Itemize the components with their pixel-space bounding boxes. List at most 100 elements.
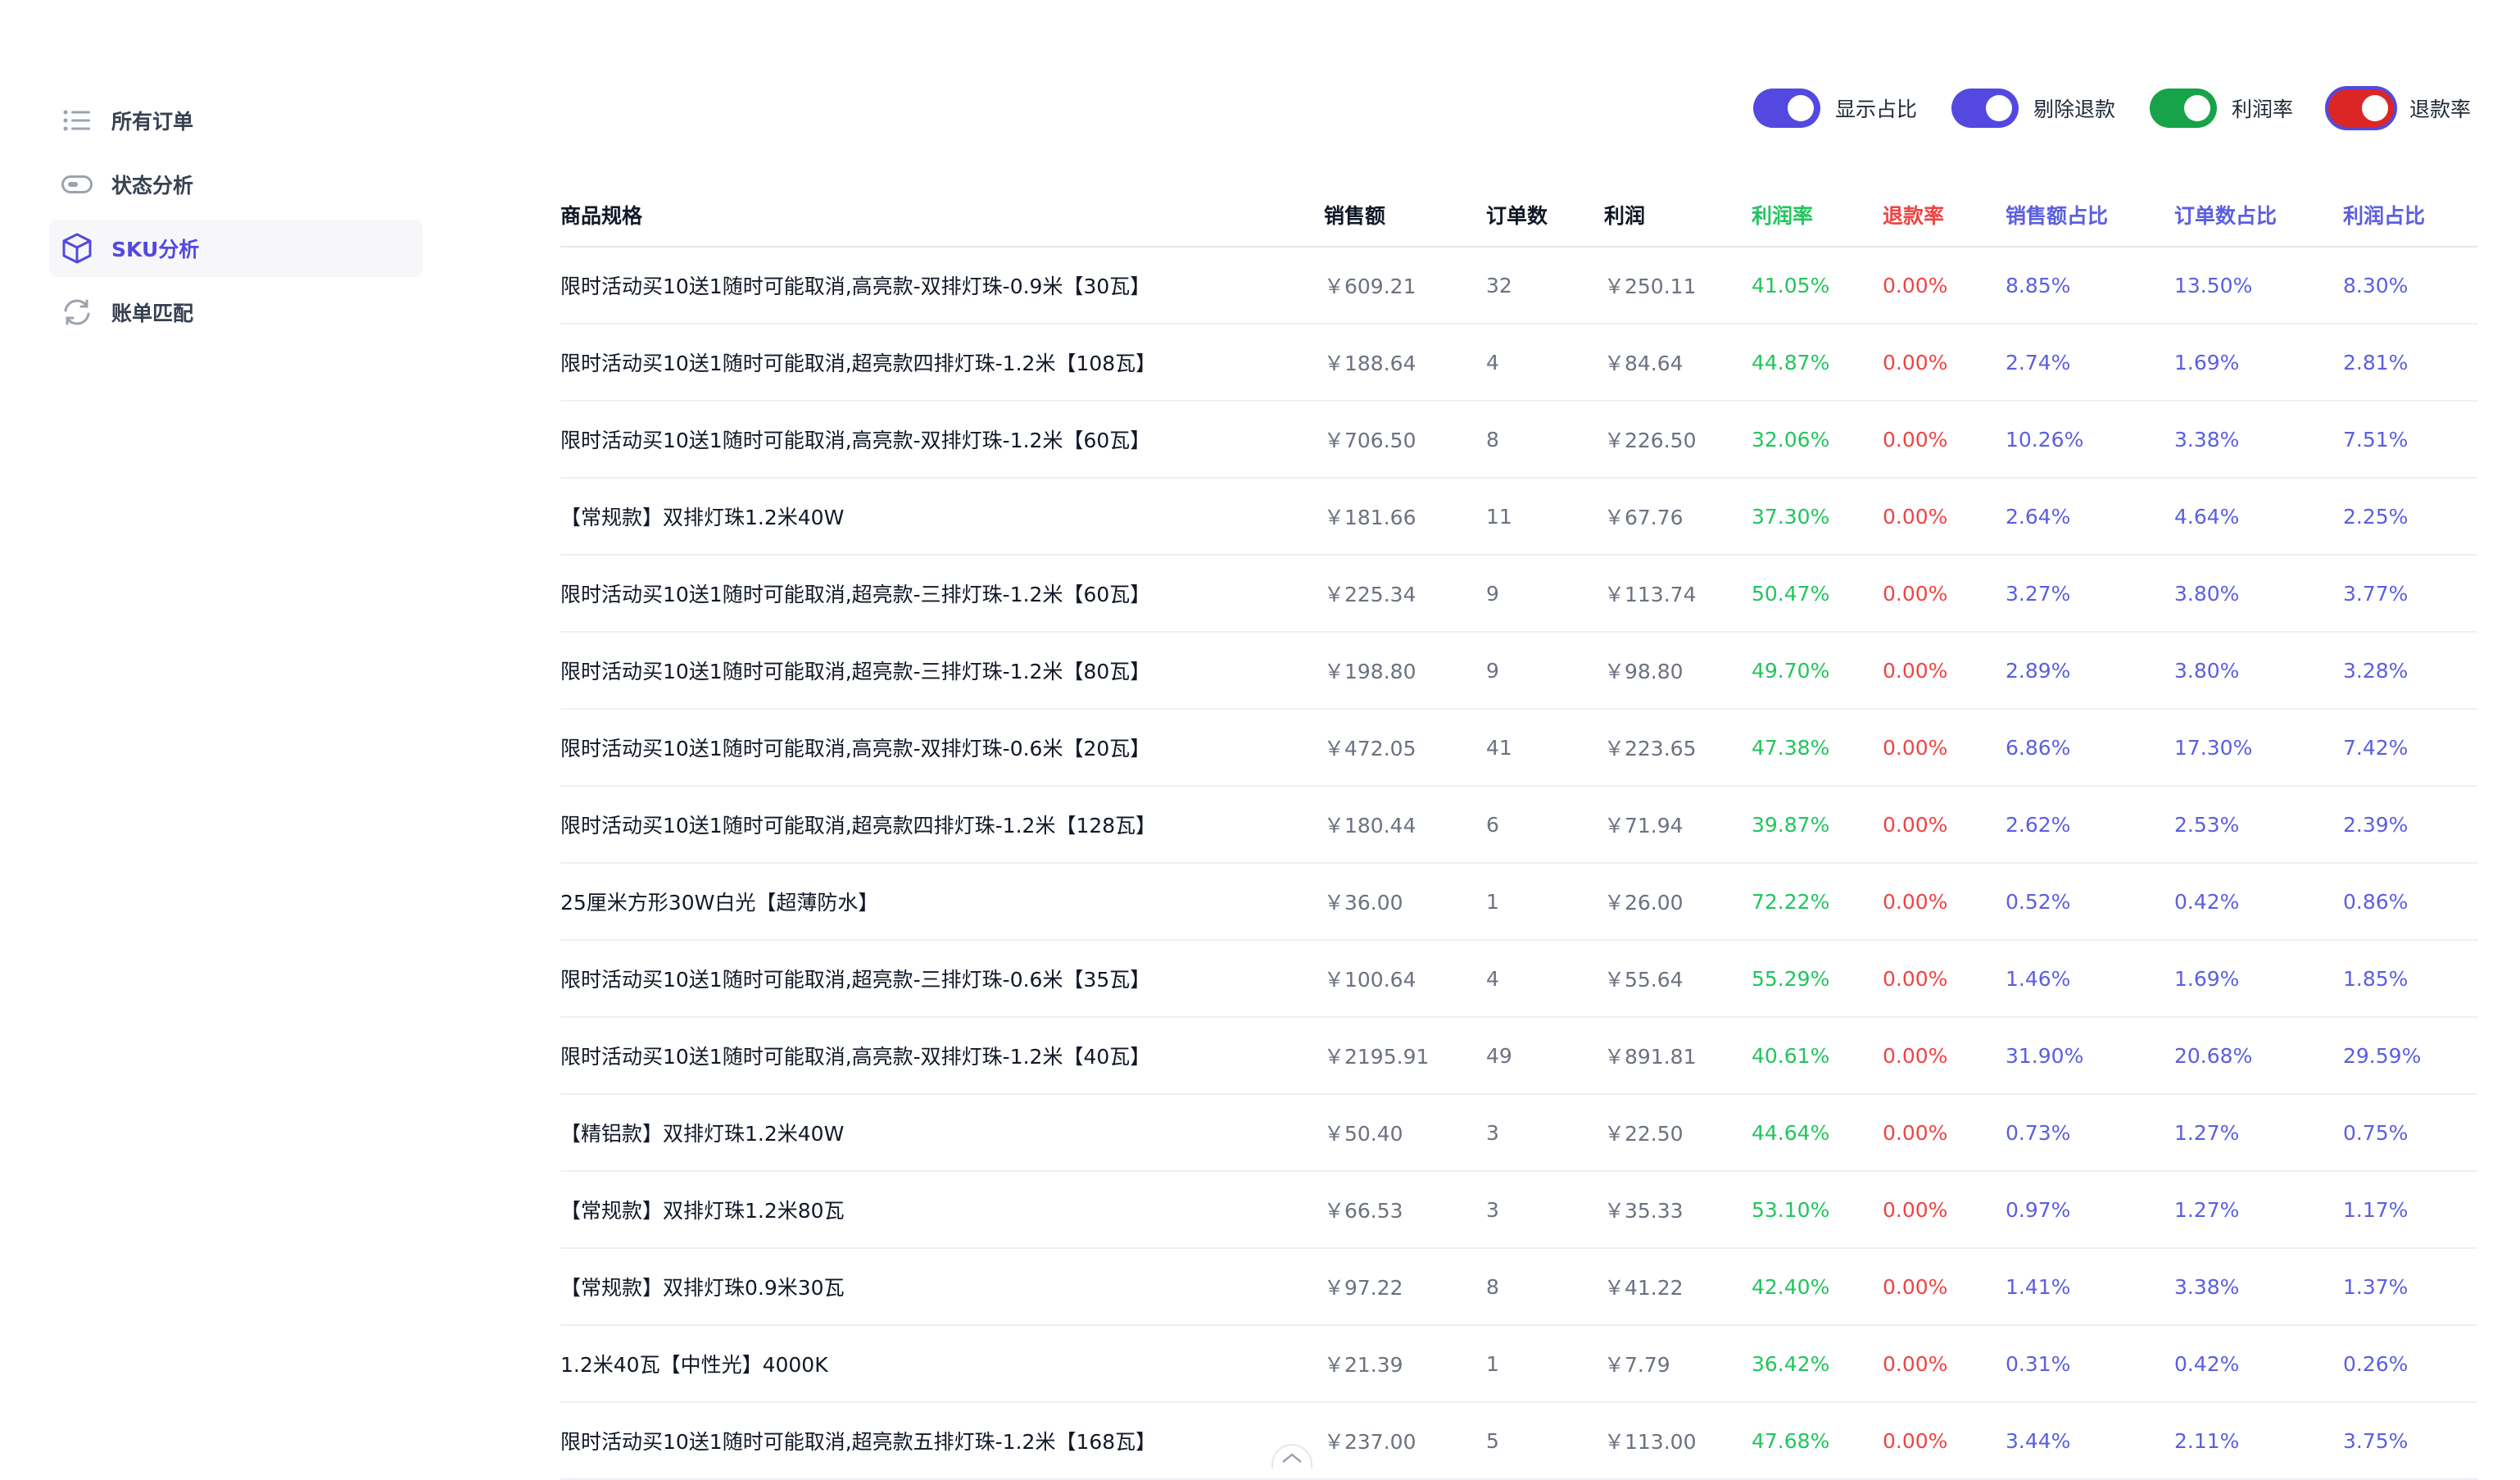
toggle-profit-rate[interactable]: 利润率 — [2149, 89, 2293, 128]
table-cell: ￥198.80 — [1324, 632, 1486, 710]
table-cell: 0.00% — [1883, 632, 2006, 710]
table-cell: 5 — [1486, 1402, 1604, 1480]
table-row: 限时活动买10送1随时可能取消,高亮款-双排灯珠-0.6米【20瓦】 ￥472.0… — [560, 709, 2477, 787]
table-cell: 53.10% — [1752, 1171, 1883, 1249]
table-cell: ￥97.22 — [1324, 1248, 1486, 1326]
table-cell: 31.90% — [2006, 1017, 2174, 1095]
table-cell: ￥188.64 — [1324, 324, 1486, 402]
table-cell: 41 — [1486, 709, 1604, 787]
list-icon — [61, 104, 93, 137]
column-header[interactable]: 利润 — [1604, 184, 1752, 247]
table-cell: 0.42% — [2174, 1325, 2343, 1403]
chevron-up-icon — [1281, 1450, 1303, 1466]
table-row: 【常规款】双排灯珠1.2米80瓦 ￥66.53 3 ￥35.33 53.10% 0.00%… — [560, 1171, 2477, 1249]
table-cell: ￥113.00 — [1604, 1402, 1752, 1480]
table-cell: 44.64% — [1752, 1094, 1883, 1172]
table-row: 限时活动买10送1随时可能取消,超亮款四排灯珠-1.2米【128瓦】 ￥180.4… — [560, 786, 2477, 864]
table-cell: ￥706.50 — [1324, 401, 1486, 479]
table-row: 限时活动买10送1随时可能取消,高亮款-双排灯珠-1.2米【40瓦】 ￥2195.… — [560, 1017, 2477, 1095]
table-cell: 限时活动买10送1随时可能取消,高亮款-双排灯珠-1.2米【60瓦】 — [560, 401, 1324, 479]
table-cell: ￥67.76 — [1604, 478, 1752, 556]
table-row: 限时活动买10送1随时可能取消,超亮款-三排灯珠-1.2米【80瓦】 ￥198.8… — [560, 632, 2477, 710]
toggle-switch[interactable] — [2149, 89, 2217, 128]
table-cell: 0.00% — [1883, 324, 2006, 402]
table-cell: 4.64% — [2174, 478, 2343, 556]
table-row: 限时活动买10送1随时可能取消,超亮款五排灯珠-1.2米【168瓦】 ￥237.0… — [560, 1402, 2477, 1480]
sidebar-item-label: 所有订单 — [111, 110, 194, 134]
table-cell: 0.97% — [2006, 1171, 2174, 1249]
toggle-refund-rate[interactable]: 退款率 — [2324, 86, 2471, 130]
table-cell: ￥98.80 — [1604, 632, 1752, 710]
table-cell: 1 — [1486, 863, 1604, 941]
table-cell: 1.85% — [2343, 940, 2477, 1018]
toggle-switch[interactable] — [1752, 89, 1820, 128]
column-header[interactable]: 利润占比 — [2343, 184, 2477, 247]
table-cell: 3.38% — [2174, 401, 2343, 479]
sidebar-item-sku-analysis[interactable]: SKU分析 — [49, 220, 423, 277]
sidebar-item-status-analysis[interactable]: 状态分析 — [49, 156, 423, 213]
sku-table: 商品规格 销售额 订单数 利润 利润率 退款率 销售额占比 订单数占比 利润占比… — [560, 184, 2477, 1480]
toggle-show-ratio[interactable]: 显示占比 — [1752, 89, 1917, 128]
table-cell: 11 — [1486, 478, 1604, 556]
table-cell: 9 — [1486, 632, 1604, 710]
table-cell: 2.89% — [2006, 632, 2174, 710]
table-cell: 49 — [1486, 1017, 1604, 1095]
table-row: 1.2米40瓦【中性光】4000K ￥21.39 1 ￥7.79 36.42% 0.00%… — [560, 1325, 2477, 1403]
table-cell: ￥250.11 — [1604, 247, 1752, 325]
table-row: 限时活动买10送1随时可能取消,高亮款-双排灯珠-1.2米【60瓦】 ￥706.5… — [560, 401, 2477, 479]
toggle-switch[interactable] — [2324, 86, 2397, 130]
column-header[interactable]: 利润率 — [1752, 184, 1883, 247]
table-cell: 0.00% — [1883, 1171, 2006, 1249]
sidebar-item-all-orders[interactable]: 所有订单 — [49, 92, 423, 149]
table-cell: 20.68% — [2174, 1017, 2343, 1095]
table-cell: 限时活动买10送1随时可能取消,超亮款-三排灯珠-1.2米【80瓦】 — [560, 632, 1324, 710]
table-cell: ￥100.64 — [1324, 940, 1486, 1018]
table-cell: 47.38% — [1752, 709, 1883, 787]
table-cell: 3.75% — [2343, 1402, 2477, 1480]
column-header[interactable]: 销售额占比 — [2006, 184, 2174, 247]
table-cell: 限时活动买10送1随时可能取消,超亮款-三排灯珠-0.6米【35瓦】 — [560, 940, 1324, 1018]
table-cell: 50.47% — [1752, 555, 1883, 633]
toggle-label: 退款率 — [2409, 98, 2471, 121]
table-cell: 0.73% — [2006, 1094, 2174, 1172]
table-cell: 限时活动买10送1随时可能取消,高亮款-双排灯珠-0.9米【30瓦】 — [560, 247, 1324, 325]
table-cell: 1.46% — [2006, 940, 2174, 1018]
table-cell: 42.40% — [1752, 1248, 1883, 1326]
table-cell: 【常规款】双排灯珠1.2米80瓦 — [560, 1171, 1324, 1249]
column-header[interactable]: 订单数占比 — [2174, 184, 2343, 247]
table-cell: 0.75% — [2343, 1094, 2477, 1172]
table-cell: ￥41.22 — [1604, 1248, 1752, 1326]
table-cell: 1.41% — [2006, 1248, 2174, 1326]
column-header[interactable]: 销售额 — [1324, 184, 1486, 247]
table-cell: 6.86% — [2006, 709, 2174, 787]
table-cell: 36.42% — [1752, 1325, 1883, 1403]
table-cell: 1.69% — [2174, 940, 2343, 1018]
column-header[interactable]: 退款率 — [1883, 184, 2006, 247]
table-cell: 32 — [1486, 247, 1604, 325]
table-cell: 3.38% — [2174, 1248, 2343, 1326]
table-cell: ￥50.40 — [1324, 1094, 1486, 1172]
table-cell: 0.00% — [1883, 1248, 2006, 1326]
table-cell: 0.00% — [1883, 1017, 2006, 1095]
toggle-switch[interactable] — [1951, 89, 2019, 128]
table-cell: 32.06% — [1752, 401, 1883, 479]
column-header[interactable]: 商品规格 — [560, 184, 1324, 247]
toggle-exclude-refund[interactable]: 剔除退款 — [1951, 89, 2115, 128]
table-cell: 13.50% — [2174, 247, 2343, 325]
table-cell: 0.00% — [1883, 555, 2006, 633]
sidebar-item-bill-matching[interactable]: 账单匹配 — [49, 284, 423, 341]
table-cell: 2.11% — [2174, 1402, 2343, 1480]
table-cell: ￥180.44 — [1324, 786, 1486, 864]
table-cell: 44.87% — [1752, 324, 1883, 402]
table-row: 限时活动买10送1随时可能取消,超亮款-三排灯珠-0.6米【35瓦】 ￥100.6… — [560, 940, 2477, 1018]
table-cell: 0.52% — [2006, 863, 2174, 941]
table-cell: 0.00% — [1883, 247, 2006, 325]
table-cell: 0.00% — [1883, 478, 2006, 556]
table-cell: 0.00% — [1883, 401, 2006, 479]
column-header[interactable]: 订单数 — [1486, 184, 1604, 247]
refresh-icon — [61, 296, 93, 329]
table-cell: 【精铝款】双排灯珠1.2米40W — [560, 1094, 1324, 1172]
table-row: 限时活动买10送1随时可能取消,高亮款-双排灯珠-0.9米【30瓦】 ￥609.2… — [560, 247, 2477, 325]
table-cell: 3 — [1486, 1171, 1604, 1249]
table-cell: 1.17% — [2343, 1171, 2477, 1249]
